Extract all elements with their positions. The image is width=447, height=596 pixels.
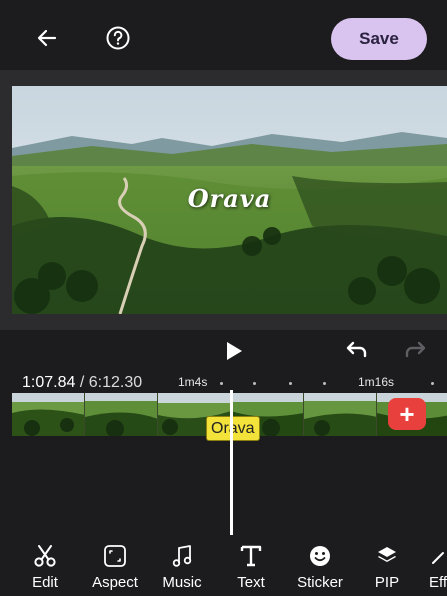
text-icon — [237, 542, 265, 570]
ruler-dot — [289, 382, 292, 385]
tool-label: Sticker — [297, 574, 343, 591]
tool-label: Text — [237, 574, 265, 591]
tool-label: Aspect — [92, 574, 138, 591]
undo-icon — [346, 341, 367, 358]
ruler-label: 1m4s — [178, 375, 208, 389]
play-button[interactable] — [223, 340, 245, 362]
scissors-icon — [31, 542, 59, 570]
ruler-dot — [253, 382, 256, 385]
undo-button[interactable] — [343, 340, 369, 362]
smiley-icon — [306, 542, 334, 570]
ruler-dot — [220, 382, 223, 385]
clip-frame — [304, 393, 377, 436]
effects-icon — [426, 542, 447, 570]
back-button[interactable] — [34, 25, 60, 51]
ruler-label: 1m16s — [358, 375, 395, 389]
tool-pip[interactable]: PIP — [353, 538, 421, 594]
tool-label: Music — [162, 574, 202, 591]
tool-label: PIP — [374, 574, 400, 591]
tool-text[interactable]: Text — [217, 538, 285, 594]
tool-label: Eff — [429, 574, 447, 591]
overlay-title-text[interactable]: Orava — [12, 184, 447, 213]
add-clip-button[interactable]: + — [388, 398, 426, 430]
tool-edit[interactable]: Edit — [11, 538, 79, 594]
aspect-ratio-icon — [101, 542, 129, 570]
total-time: 6:12.30 — [88, 374, 143, 391]
arrow-left-icon — [37, 29, 57, 47]
tool-music[interactable]: Music — [148, 538, 216, 594]
clip-frame — [12, 393, 85, 436]
question-circle-icon — [106, 26, 130, 50]
music-note-icon — [168, 542, 196, 570]
redo-button[interactable] — [403, 340, 429, 362]
time-separator: / — [75, 374, 89, 391]
layers-icon — [373, 542, 401, 570]
tool-label: Edit — [32, 574, 58, 591]
clip-frame — [85, 393, 158, 436]
tool-aspect[interactable]: Aspect — [81, 538, 149, 594]
redo-icon — [405, 341, 426, 358]
ruler-dot — [431, 382, 434, 385]
current-time: 1:07.84 — [22, 374, 76, 391]
video-preview[interactable]: Orava — [12, 86, 447, 314]
play-icon — [227, 342, 242, 360]
ruler-dot — [323, 382, 326, 385]
save-button[interactable]: Save — [331, 18, 427, 60]
help-button[interactable] — [105, 25, 131, 51]
tool-sticker[interactable]: Sticker — [286, 538, 354, 594]
time-readout: 1:07.84 / 6:12.30 — [22, 374, 142, 392]
tool-effects[interactable]: Eff — [414, 538, 447, 594]
